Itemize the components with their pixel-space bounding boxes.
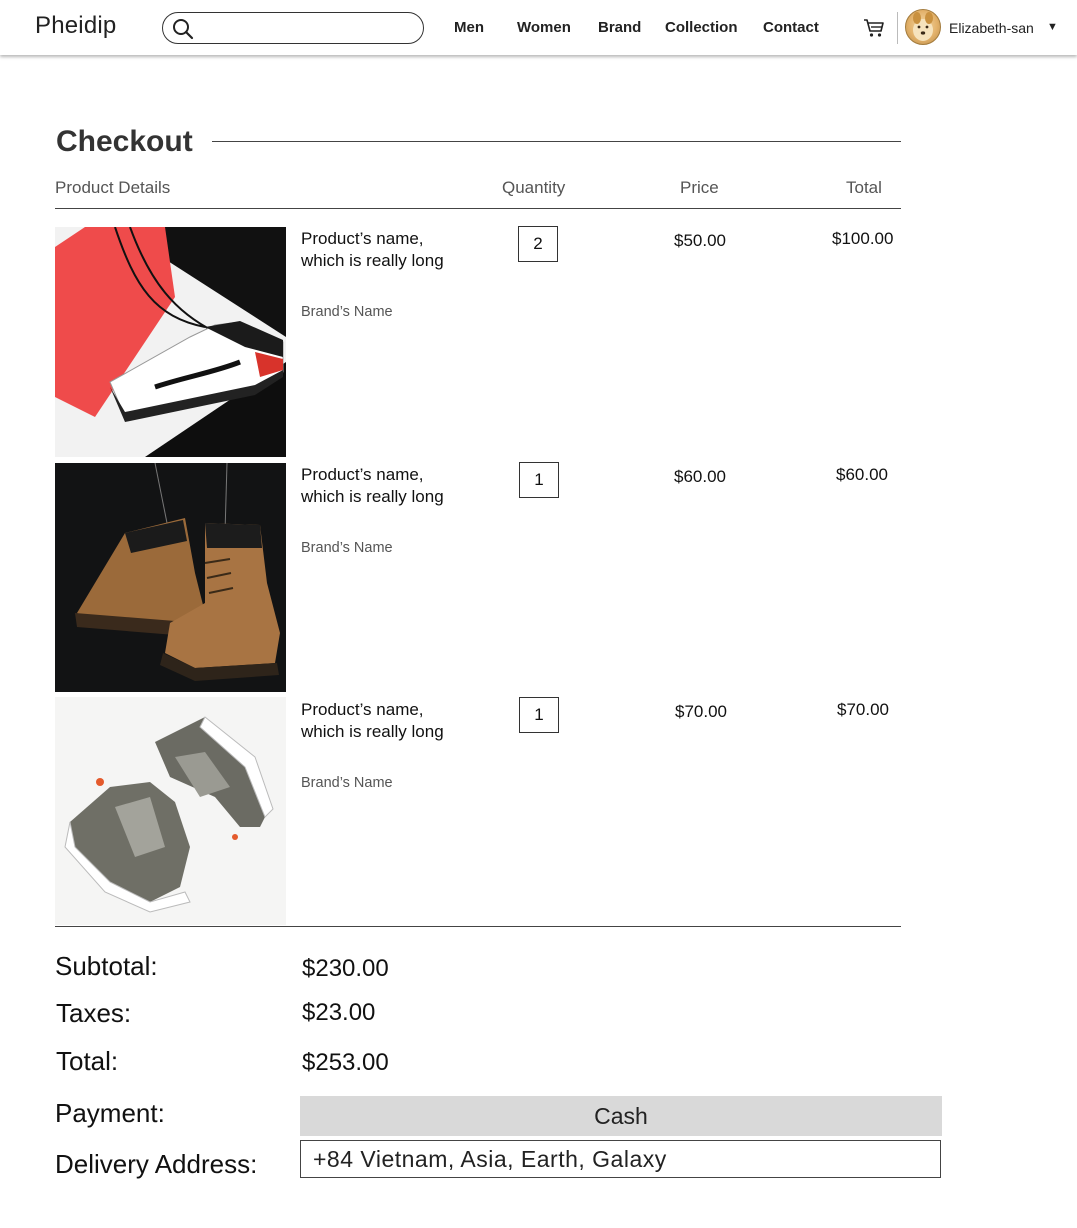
header-divider-line <box>55 208 901 209</box>
product-brand: Brand’s Name <box>301 304 393 320</box>
items-bottom-divider <box>55 926 901 927</box>
payment-method-select[interactable]: Cash <box>300 1096 942 1136</box>
logo[interactable]: Pheidip <box>35 12 116 40</box>
nav-brand[interactable]: Brand <box>598 19 641 36</box>
search-bar[interactable] <box>162 12 424 44</box>
nav-contact[interactable]: Contact <box>763 19 819 36</box>
quantity-box[interactable]: 2 <box>518 226 558 262</box>
page-title: Checkout <box>56 125 193 158</box>
item-total: $60.00 <box>836 465 888 484</box>
chevron-down-icon[interactable]: ▼ <box>1047 21 1058 33</box>
nav-women[interactable]: Women <box>517 19 571 36</box>
nav-collection[interactable]: Collection <box>665 19 738 36</box>
item-total: $100.00 <box>832 229 894 248</box>
quantity-box[interactable]: 1 <box>519 697 559 733</box>
total-value: $253.00 <box>302 1049 389 1076</box>
header-divider <box>897 12 898 44</box>
subtotal-value: $230.00 <box>302 955 389 982</box>
avatar[interactable] <box>905 9 941 45</box>
item-price: $60.00 <box>674 467 726 486</box>
product-name[interactable]: Product’s name, which is really long <box>301 464 471 508</box>
product-image-sneaker[interactable] <box>55 227 286 457</box>
product-brand: Brand’s Name <box>301 775 393 791</box>
nav-men[interactable]: Men <box>454 19 484 36</box>
item-price: $70.00 <box>675 702 727 721</box>
product-image-boots[interactable] <box>55 463 286 693</box>
search-input[interactable] <box>201 16 415 42</box>
taxes-value: $23.00 <box>302 999 376 1026</box>
product-brand: Brand’s Name <box>301 540 393 556</box>
quantity-box[interactable]: 1 <box>519 462 559 498</box>
search-icon <box>173 19 194 40</box>
cart-icon[interactable] <box>862 16 886 45</box>
payment-label: Payment: <box>55 1098 165 1128</box>
product-name[interactable]: Product’s name, which is really long <box>301 699 471 743</box>
column-header-quantity: Quantity <box>502 178 566 197</box>
delivery-address-label: Delivery Address: <box>55 1149 258 1179</box>
product-image-kids-sneakers[interactable] <box>55 697 286 925</box>
taxes-label: Taxes: <box>56 998 132 1028</box>
top-nav-bar: Pheidip Men Women Brand Collection Conta… <box>0 0 1077 55</box>
column-header-product: Product Details <box>55 178 171 197</box>
column-header-price: Price <box>680 178 719 197</box>
column-header-total: Total <box>846 178 882 197</box>
delivery-address-field[interactable]: +84 Vietnam, Asia, Earth, Galaxy <box>300 1140 941 1178</box>
item-price: $50.00 <box>674 231 726 250</box>
title-divider <box>212 141 901 142</box>
item-total: $70.00 <box>837 700 889 719</box>
user-name[interactable]: Elizabeth-san <box>949 20 1034 36</box>
total-label: Total: <box>56 1046 119 1076</box>
subtotal-label: Subtotal: <box>55 951 158 981</box>
product-name[interactable]: Product’s name, which is really long <box>301 228 471 272</box>
